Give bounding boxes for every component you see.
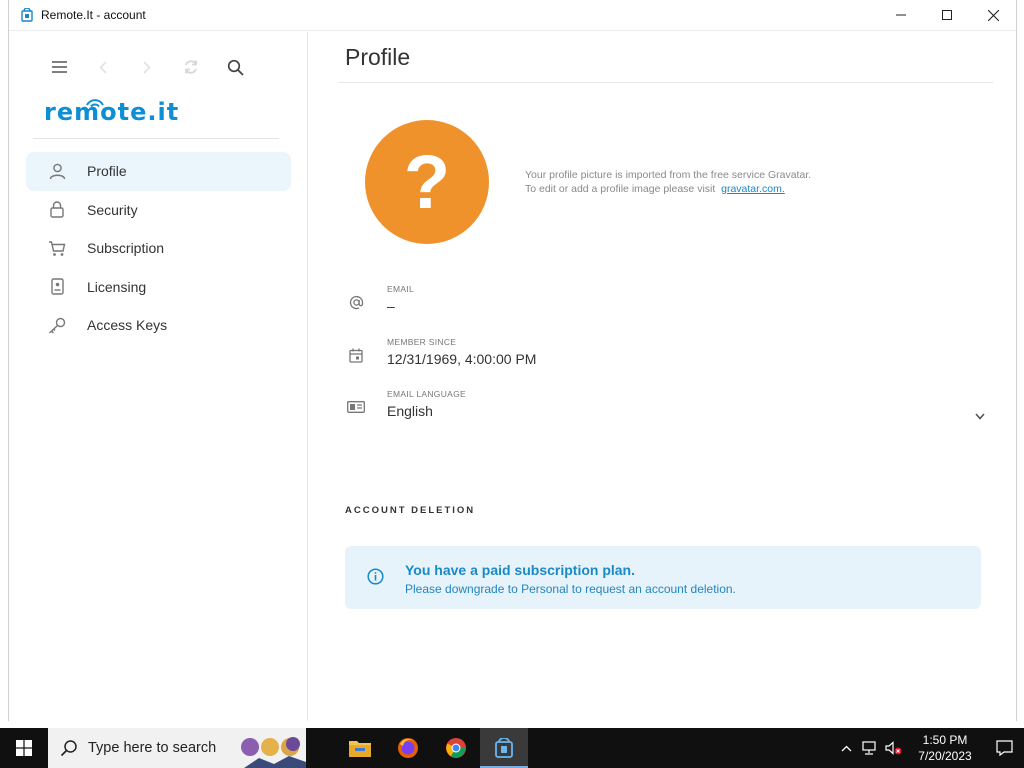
refresh-button[interactable]	[169, 54, 213, 80]
title-bar: Remote.It - account	[9, 0, 1016, 31]
key-icon	[48, 316, 66, 334]
sidebar-nav: Profile Security Subscription Licensing	[26, 152, 291, 345]
badge-icon	[48, 278, 66, 296]
sidebar-item-security[interactable]: Security	[26, 191, 291, 230]
email-language-select[interactable]: EMAIL LANGUAGE English	[345, 389, 985, 425]
system-tray: 1:50 PM 7/20/2023	[834, 728, 1024, 768]
desktop-background	[0, 0, 8, 728]
search-highlight-icon	[241, 737, 306, 768]
firefox-icon	[398, 738, 418, 758]
subscription-alert: You have a paid subscription plan. Pleas…	[345, 546, 981, 609]
account-deletion-heading: ACCOUNT DELETION	[345, 505, 476, 516]
main-content: Profile ? Your profile picture is import…	[309, 32, 1018, 721]
taskbar-search[interactable]: Type here to search	[48, 728, 306, 768]
email-label: EMAIL	[387, 284, 415, 294]
member-since-value: 12/31/1969, 4:00:00 PM	[387, 351, 537, 367]
language-card-icon	[345, 396, 367, 418]
sidebar-item-label: Access Keys	[87, 317, 168, 334]
refresh-icon	[185, 60, 197, 74]
minimize-icon	[896, 14, 906, 16]
maximize-button[interactable]	[924, 0, 970, 31]
sidebar-item-profile[interactable]: Profile	[26, 152, 291, 191]
gravatar-info-line2: To edit or add a profile image please vi…	[525, 183, 716, 195]
taskbar: Type here to search 1:50 PM 7/20/2023	[0, 728, 1024, 768]
chevron-up-icon[interactable]	[834, 745, 858, 752]
file-explorer-taskbar-button[interactable]	[336, 728, 384, 768]
member-since-field: MEMBER SINCE 12/31/1969, 4:00:00 PM	[345, 337, 985, 373]
close-icon	[987, 9, 999, 21]
sidebar-toolbar	[37, 54, 257, 80]
back-icon	[99, 60, 107, 74]
menu-button[interactable]	[37, 54, 81, 80]
sidebar: remote.it Profile Security Subscription	[9, 32, 308, 721]
remoteit-logo[interactable]: remote.it	[44, 98, 179, 126]
avatar: ?	[365, 120, 489, 244]
window-title: Remote.It - account	[41, 8, 146, 22]
email-language-value: English	[387, 403, 433, 419]
volume-muted-icon[interactable]	[882, 741, 906, 755]
remoteit-app-icon	[19, 7, 35, 23]
search-button[interactable]	[213, 54, 257, 80]
taskbar-clock[interactable]: 1:50 PM 7/20/2023	[906, 732, 984, 764]
chrome-taskbar-button[interactable]	[432, 728, 480, 768]
cart-icon	[48, 239, 66, 257]
sidebar-item-label: Licensing	[87, 278, 147, 295]
alert-description: Please downgrade to Personal to request …	[405, 582, 736, 596]
search-icon	[227, 59, 244, 76]
file-explorer-icon	[349, 741, 371, 757]
notification-icon[interactable]	[984, 740, 1024, 756]
search-placeholder: Type here to search	[88, 740, 217, 756]
email-field: EMAIL –	[345, 284, 985, 320]
sidebar-item-access-keys[interactable]: Access Keys	[26, 306, 291, 345]
minimize-button[interactable]	[878, 0, 924, 31]
close-button[interactable]	[970, 0, 1016, 31]
clock-date: 7/20/2023	[918, 749, 972, 763]
gravatar-info-line1: Your profile picture is imported from th…	[525, 169, 812, 181]
alert-title: You have a paid subscription plan.	[405, 562, 636, 578]
firefox-taskbar-button[interactable]	[384, 728, 432, 768]
sidebar-divider	[33, 138, 279, 139]
start-button[interactable]	[0, 728, 48, 768]
at-icon	[345, 291, 367, 313]
network-icon[interactable]	[858, 741, 882, 755]
forward-icon	[143, 60, 151, 74]
clock-time: 1:50 PM	[922, 733, 968, 747]
sidebar-item-label: Subscription	[87, 240, 165, 257]
email-value: –	[387, 298, 395, 314]
lock-icon	[48, 201, 66, 219]
menu-icon	[51, 61, 67, 73]
remoteit-taskbar-button[interactable]	[480, 728, 528, 768]
remoteit-app-icon	[495, 738, 513, 758]
back-button[interactable]	[81, 54, 125, 80]
member-since-label: MEMBER SINCE	[387, 337, 457, 347]
page-title: Profile	[345, 44, 411, 70]
app-window: Remote.It - account remote.it Profile Se…	[8, 0, 1017, 721]
gravatar-info: Your profile picture is imported from th…	[525, 168, 811, 196]
forward-button[interactable]	[125, 54, 169, 80]
sidebar-item-subscription[interactable]: Subscription	[26, 229, 291, 268]
windows-icon	[16, 740, 32, 756]
calendar-icon	[345, 344, 367, 366]
maximize-icon	[942, 10, 952, 20]
person-icon	[48, 162, 66, 180]
sidebar-item-licensing[interactable]: Licensing	[26, 268, 291, 307]
search-icon	[60, 739, 78, 757]
sidebar-item-label: Profile	[87, 163, 127, 180]
email-language-label: EMAIL LANGUAGE	[387, 389, 466, 399]
sidebar-item-label: Security	[87, 201, 138, 218]
chrome-icon	[446, 738, 466, 758]
title-divider	[339, 82, 993, 83]
gravatar-link[interactable]: gravatar.com.	[721, 183, 785, 195]
info-icon	[367, 568, 384, 590]
chevron-down-icon[interactable]	[975, 407, 985, 425]
